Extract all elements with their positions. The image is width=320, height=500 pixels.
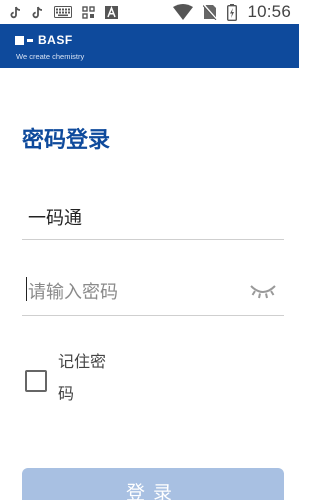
remember-checkbox[interactable] bbox=[25, 370, 47, 392]
wifi-icon bbox=[173, 4, 194, 20]
clock: 10:56 bbox=[247, 2, 291, 21]
password-field[interactable]: 请输入密码 bbox=[22, 268, 284, 316]
font-a-icon bbox=[105, 5, 118, 19]
qr-grid-icon bbox=[82, 5, 95, 19]
account-field[interactable]: 一码通 bbox=[22, 194, 284, 240]
battery-charging-icon bbox=[227, 3, 238, 21]
password-placeholder[interactable]: 请输入密码 bbox=[28, 278, 118, 304]
system-icons: 10:56 bbox=[173, 0, 291, 24]
tiktok-icon bbox=[10, 6, 22, 19]
status-bar: 10:56 bbox=[0, 0, 299, 24]
app-header: BASF We create chemistry bbox=[0, 24, 299, 68]
text-cursor bbox=[26, 277, 27, 301]
keyboard-icon bbox=[54, 6, 72, 18]
tiktok-icon bbox=[32, 6, 44, 19]
account-value[interactable]: 一码通 bbox=[28, 204, 82, 230]
remember-label[interactable]: 记住密码 bbox=[58, 346, 116, 410]
brand-tagline: We create chemistry bbox=[16, 52, 85, 61]
logo-square bbox=[15, 35, 24, 45]
eye-closed-icon[interactable] bbox=[250, 282, 276, 300]
brand-name: BASF bbox=[38, 33, 73, 47]
notification-icons bbox=[10, 3, 118, 21]
no-sim-icon bbox=[203, 4, 218, 20]
page-title: 密码登录 bbox=[22, 128, 111, 153]
logo-dash bbox=[27, 38, 33, 42]
basf-logo: BASF bbox=[15, 33, 73, 47]
login-button[interactable]: 登录 bbox=[22, 468, 284, 500]
